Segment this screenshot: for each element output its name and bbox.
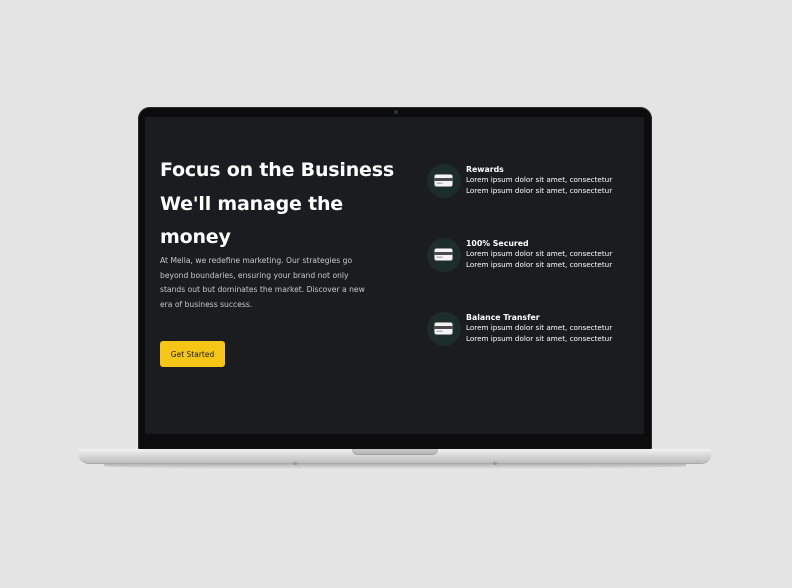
feature-icon-circle [427, 238, 461, 272]
hero-headline: Focus on the Business We'll manage the m… [160, 154, 410, 255]
laptop-foot [493, 462, 497, 465]
laptop-screen: Focus on the Business We'll manage the m… [145, 117, 644, 434]
hero-headline-line-2: We'll manage the [160, 192, 343, 215]
credit-card-icon [434, 322, 453, 335]
laptop-base-notch [352, 449, 438, 455]
hero-headline-line-3: money [160, 226, 231, 248]
credit-card-icon [434, 174, 453, 187]
feature-text: Lorem ipsum dolor sit amet, consectetur … [466, 175, 613, 195]
laptop-mockup: Focus on the Business We'll manage the m… [0, 0, 792, 588]
laptop-shadow [104, 463, 686, 469]
feature-icon-circle [427, 312, 461, 346]
feature-title: Balance Transfer [466, 313, 540, 322]
hero-description: At Mella, we redefine marketing. Our str… [160, 256, 365, 309]
feature-secured: 100% Secured Lorem ipsum dolor sit amet,… [427, 238, 637, 274]
get-started-button[interactable]: Get Started [160, 341, 225, 367]
camera-icon [394, 110, 398, 114]
laptop-foot [293, 462, 297, 465]
feature-title: 100% Secured [466, 239, 529, 248]
feature-icon-circle [427, 164, 461, 198]
hero-headline-line-1: Focus on the Business [160, 159, 394, 181]
feature-text: Lorem ipsum dolor sit amet, consectetur … [466, 323, 613, 343]
feature-text: Lorem ipsum dolor sit amet, consectetur … [466, 249, 613, 269]
feature-rewards: Rewards Lorem ipsum dolor sit amet, cons… [427, 164, 637, 200]
feature-title: Rewards [466, 165, 504, 174]
feature-balance-transfer: Balance Transfer Lorem ipsum dolor sit a… [427, 312, 637, 348]
credit-card-icon [434, 248, 453, 261]
